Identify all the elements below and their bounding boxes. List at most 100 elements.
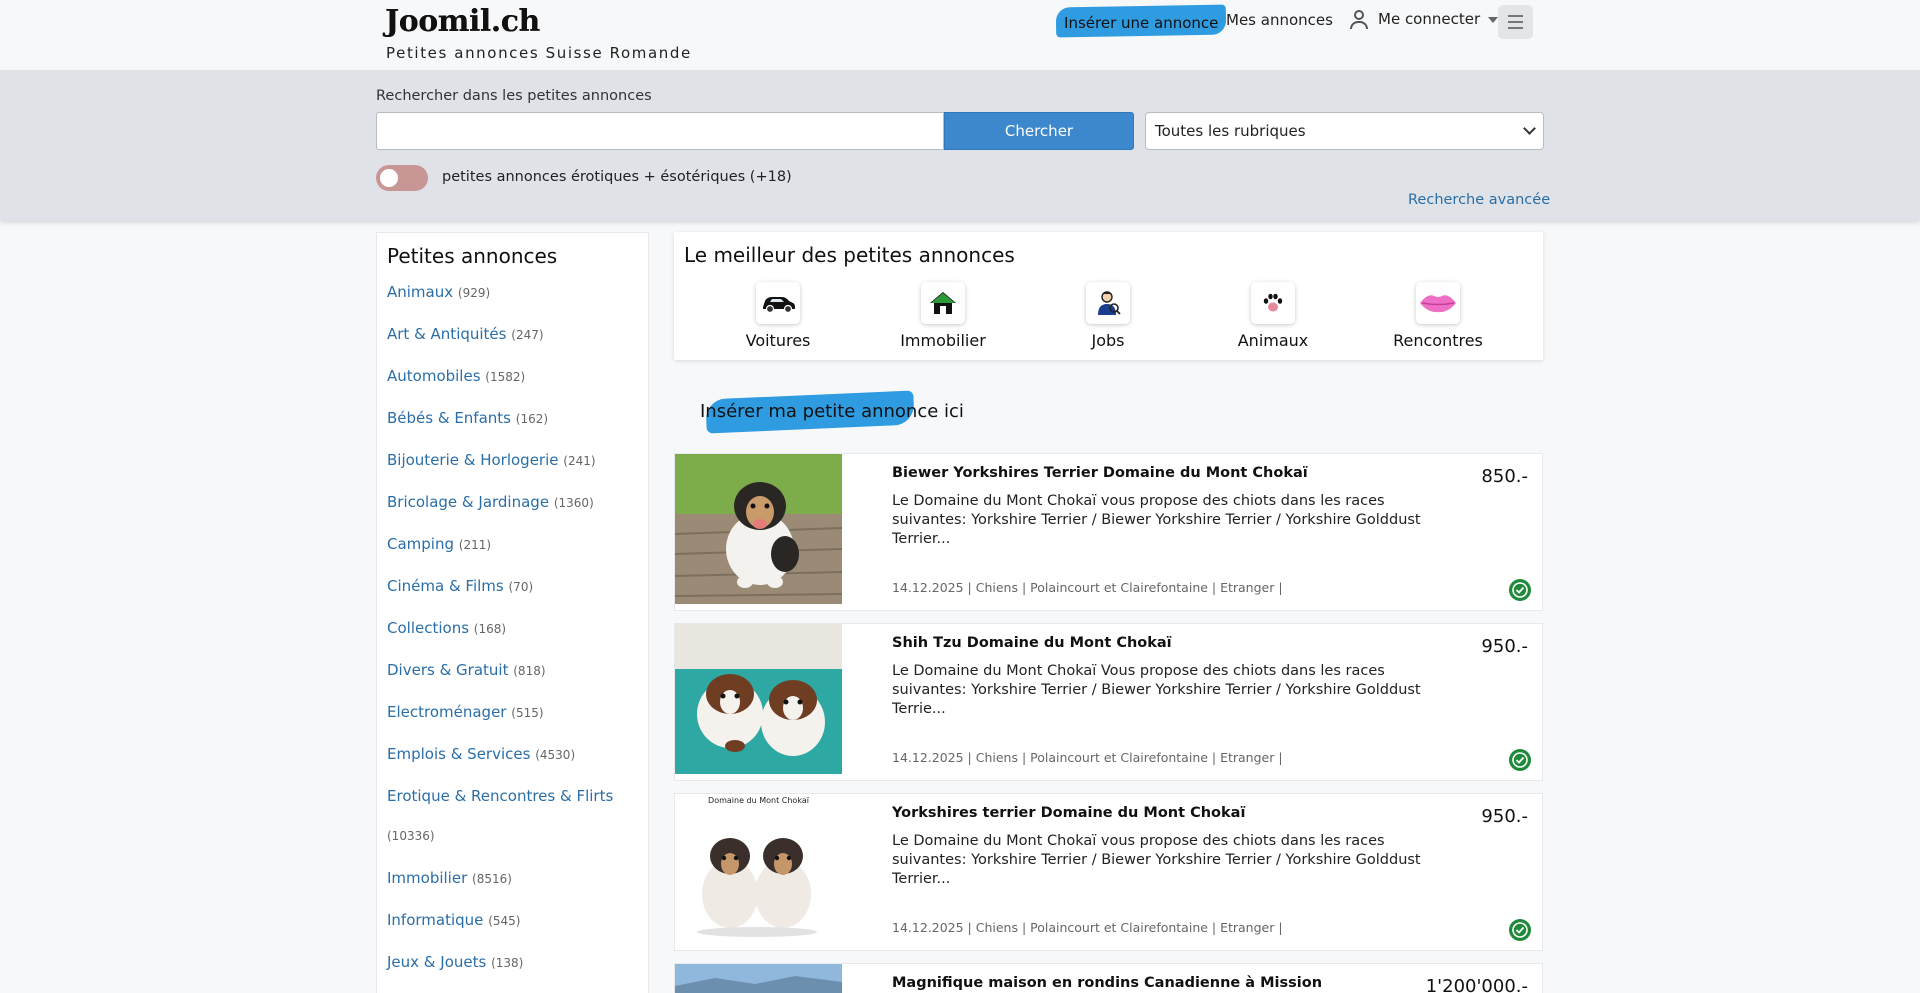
listing-card[interactable]: Magnifique maison en rondins Canadienne …	[674, 963, 1543, 993]
category-count: (162)	[515, 412, 549, 426]
listing-meta: 14.12.2025 | Chiens | Polaincourt et Cla…	[892, 580, 1283, 595]
chevron-down-icon	[1523, 122, 1536, 135]
insert-ad-label: Insérer une annonce	[1064, 13, 1219, 32]
sidebar-item-camping[interactable]: Camping (211)	[387, 535, 491, 553]
category-label: Erotique & Rencontres & Flirts	[387, 787, 614, 805]
best-item-jobs[interactable]: Jobs	[1038, 282, 1178, 350]
listing-price: 850.-	[1481, 466, 1528, 487]
category-label: Bijouterie & Horlogerie	[387, 451, 559, 469]
category-count: (10336)	[387, 829, 435, 843]
rubric-select-value: Toutes les rubriques	[1155, 122, 1306, 140]
best-item-label: Jobs	[1091, 331, 1125, 350]
category-sidebar: Petites annonces Animaux (929) Art & Ant…	[376, 232, 649, 993]
category-count: (545)	[488, 914, 521, 928]
listing-photo[interactable]	[675, 624, 842, 774]
rubric-select[interactable]: Toutes les rubriques	[1145, 112, 1544, 150]
verified-badge-icon	[1509, 579, 1531, 601]
best-item-immobilier[interactable]: Immobilier	[873, 282, 1013, 350]
listing-card[interactable]: Shih Tzu Domaine du Mont Chokaï Le Domai…	[674, 623, 1543, 781]
sidebar-item-animaux[interactable]: Animaux (929)	[387, 283, 490, 301]
best-item-label: Immobilier	[900, 331, 986, 350]
best-item-label: Rencontres	[1393, 331, 1483, 350]
listing-photo[interactable]: Domaine du Mont Chokaï	[675, 794, 842, 944]
sidebar-item-electromenager[interactable]: Electroménager (515)	[387, 703, 544, 721]
sidebar-item-cinema[interactable]: Cinéma & Films (70)	[387, 577, 533, 595]
category-label: Collections	[387, 619, 470, 637]
sidebar-item-bebes-enfants[interactable]: Bébés & Enfants (162)	[387, 409, 548, 427]
listing-title[interactable]: Magnifique maison en rondins Canadienne …	[892, 975, 1452, 991]
my-ads-link[interactable]: Mes annonces	[1226, 11, 1333, 29]
listing-description: Le Domaine du Mont Chokaï vous propose d…	[892, 493, 1421, 547]
category-label: Informatique	[387, 911, 484, 929]
sidebar-item-erotique[interactable]: Erotique & Rencontres & Flirts	[387, 787, 613, 805]
site-tagline: Petites annonces Suisse Romande	[386, 44, 692, 62]
sidebar-item-art-antiquites[interactable]: Art & Antiquités (247)	[387, 325, 544, 343]
listing-photo[interactable]	[675, 964, 842, 993]
best-item-label: Animaux	[1237, 331, 1309, 350]
listing-description: Le Domaine du Mont Chokaï Vous propose d…	[892, 663, 1421, 717]
best-item-voitures[interactable]: Voitures	[708, 282, 848, 350]
adult-toggle[interactable]	[376, 165, 428, 191]
best-item-rencontres[interactable]: Rencontres	[1368, 282, 1508, 350]
login-menu[interactable]: Me connecter	[1348, 8, 1499, 30]
advanced-search-link[interactable]: Recherche avancée	[1408, 192, 1550, 208]
category-label: Animaux	[387, 283, 454, 301]
category-count: (515)	[511, 706, 544, 720]
category-label: Cinéma & Films	[387, 577, 504, 595]
sidebar-item-bricolage[interactable]: Bricolage & Jardinage (1360)	[387, 493, 594, 511]
user-icon	[1348, 8, 1370, 30]
sidebar-item-jeux-jouets[interactable]: Jeux & Jouets (138)	[387, 953, 523, 971]
category-label: Camping	[387, 535, 454, 553]
listing-price: 950.-	[1481, 806, 1528, 827]
verified-badge-icon	[1509, 749, 1531, 771]
sidebar-item-bijouterie[interactable]: Bijouterie & Horlogerie (241)	[387, 451, 596, 469]
listing-photo[interactable]	[675, 454, 842, 604]
adult-toggle-label: petites annonces érotiques + ésotériques…	[442, 169, 792, 185]
sidebar-item-immobilier[interactable]: Immobilier (8516)	[387, 869, 512, 887]
site-header: Joomil.ch Petites annonces Suisse Romand…	[0, 0, 1920, 71]
car-icon	[756, 282, 800, 324]
category-count: (929)	[457, 286, 491, 300]
sidebar-item-emplois[interactable]: Emplois & Services (4530)	[387, 745, 575, 763]
listing-title[interactable]: Shih Tzu Domaine du Mont Chokaï	[892, 635, 1452, 651]
sidebar-item-automobiles[interactable]: Automobiles (1582)	[387, 367, 525, 385]
best-item-animaux[interactable]: Animaux	[1203, 282, 1343, 350]
category-count: (168)	[473, 622, 507, 636]
category-label: Jeux & Jouets	[387, 953, 487, 971]
house-icon	[921, 282, 965, 324]
login-label: Me connecter	[1378, 10, 1481, 28]
verified-badge-icon	[1509, 919, 1531, 941]
best-categories-card: Le meilleur des petites annonces Voiture…	[674, 232, 1543, 360]
category-count: (247)	[511, 328, 544, 342]
lips-icon	[1416, 282, 1460, 324]
insert-ad-button[interactable]: Insérer une annonce	[1055, 4, 1227, 38]
search-button[interactable]: Chercher	[944, 112, 1134, 150]
toggle-knob	[380, 169, 398, 187]
chevron-down-icon	[1488, 17, 1499, 23]
sidebar-item-collections[interactable]: Collections (168)	[387, 619, 506, 637]
category-count: (4530)	[535, 748, 576, 762]
category-label: Automobiles	[387, 367, 481, 385]
search-label: Rechercher dans les petites annonces	[376, 88, 652, 104]
search-input[interactable]	[376, 112, 944, 150]
logo-text: Joomil.ch	[385, 4, 540, 39]
category-count: (1360)	[553, 496, 594, 510]
listing-photo-caption: Domaine du Mont Chokaï	[708, 796, 809, 805]
sidebar-item-divers[interactable]: Divers & Gratuit (818)	[387, 661, 546, 679]
site-logo[interactable]: Joomil.ch	[385, 4, 540, 39]
sidebar-item-informatique[interactable]: Informatique (545)	[387, 911, 520, 929]
hamburger-icon-line	[1508, 21, 1523, 23]
hamburger-menu-button[interactable]	[1498, 5, 1533, 39]
best-item-label: Voitures	[745, 331, 811, 350]
listing-title[interactable]: Yorkshires terrier Domaine du Mont Choka…	[892, 805, 1452, 821]
insert-ad-cta[interactable]: Insérer ma petite annonce ici	[694, 390, 970, 434]
listing-title[interactable]: Biewer Yorkshires Terrier Domaine du Mon…	[892, 465, 1452, 481]
listing-card[interactable]: Biewer Yorkshires Terrier Domaine du Mon…	[674, 453, 1543, 611]
category-count: (241)	[563, 454, 596, 468]
category-label: Bébés & Enfants	[387, 409, 511, 427]
listing-price: 1'200'000.-	[1425, 976, 1528, 993]
best-categories-title: Le meilleur des petites annonces	[684, 243, 1015, 267]
listing-card[interactable]: Domaine du Mont Chokaï Yorkshires terrie…	[674, 793, 1543, 951]
category-label: Emplois & Services	[387, 745, 531, 763]
worker-icon	[1086, 282, 1130, 324]
